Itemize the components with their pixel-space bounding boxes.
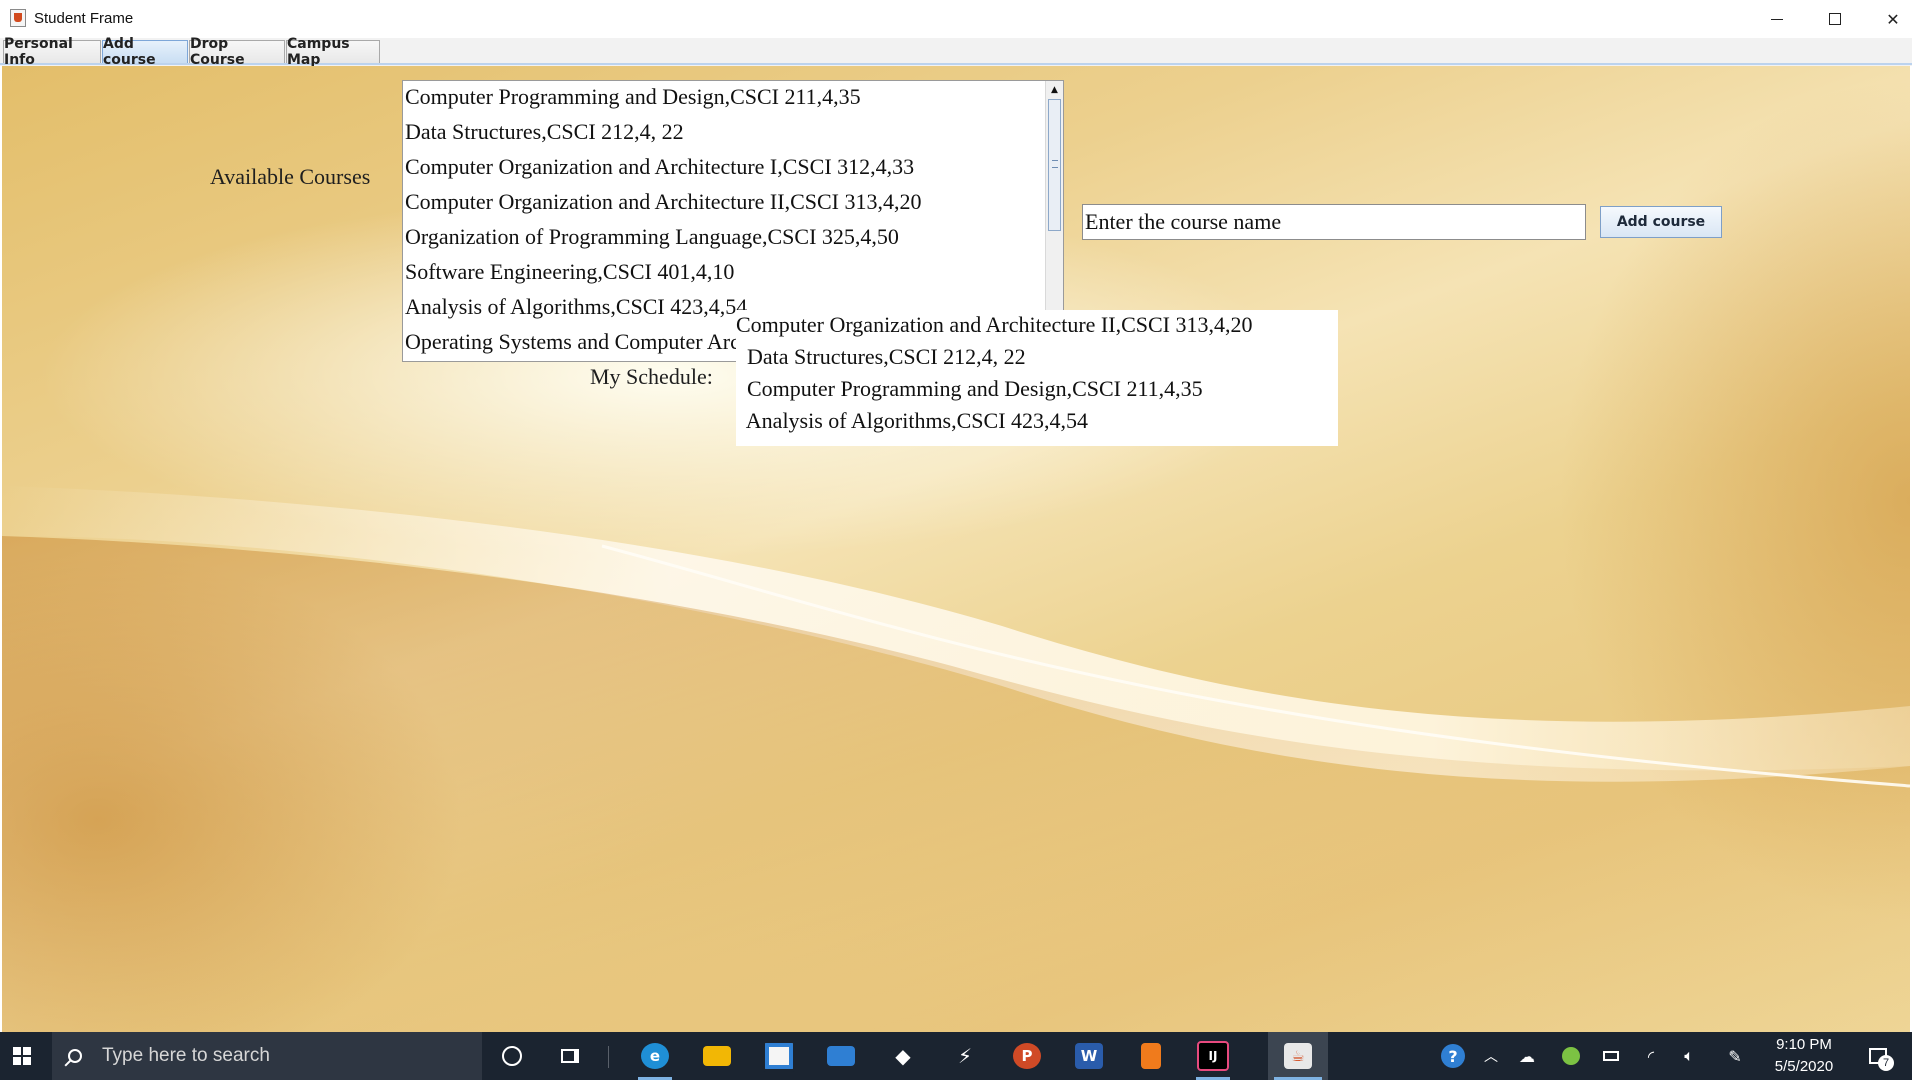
powerpoint-icon: P — [1013, 1043, 1041, 1069]
taskbar-app-edge[interactable]: e — [634, 1032, 676, 1080]
schedule-item: Computer Programming and Design,CSCI 211… — [736, 376, 1203, 401]
close-icon: ✕ — [1886, 9, 1900, 29]
green-app-icon[interactable] — [1556, 1032, 1586, 1080]
chevron-up-icon[interactable]: ︿ — [1476, 1032, 1506, 1080]
clock-time[interactable]: 9:10 PM — [1762, 1036, 1846, 1053]
add-course-panel: Available Courses Computer Programming a… — [2, 66, 1910, 1032]
search-icon — [68, 1049, 82, 1063]
taskbar-app-terminal[interactable]: ⚡ — [944, 1032, 986, 1080]
list-item[interactable]: Computer Organization and Architecture I… — [403, 151, 1063, 186]
java-icon: ☕ — [1284, 1043, 1312, 1069]
task-view-icon — [561, 1049, 579, 1063]
title-bar: Student Frame ✕ — [0, 0, 1912, 39]
mail-icon — [827, 1046, 855, 1066]
taskbar-app-dropbox[interactable]: ◆ — [882, 1032, 924, 1080]
taskbar-separator — [608, 1046, 609, 1068]
schedule-item: Data Structures,CSCI 212,4, 22 — [736, 344, 1026, 369]
close-button[interactable]: ✕ — [1864, 0, 1912, 38]
taskbar-app-sublime[interactable] — [1130, 1032, 1172, 1080]
list-item[interactable]: Software Engineering,CSCI 401,4,10 — [403, 256, 1063, 291]
my-schedule-label: My Schedule: — [590, 364, 713, 389]
taskbar-app-intellij[interactable]: IJ — [1192, 1032, 1234, 1080]
start-button[interactable] — [0, 1032, 44, 1080]
available-courses-label: Available Courses — [210, 164, 371, 189]
grip-icon — [1052, 160, 1058, 168]
list-item[interactable]: Organization of Programming Language,CSC… — [403, 221, 1063, 256]
word-icon: W — [1075, 1043, 1103, 1069]
store-icon — [762, 1040, 796, 1072]
schedule-item: Computer Organization and Architecture I… — [736, 312, 1253, 337]
file-explorer-icon — [703, 1046, 731, 1066]
scroll-up-arrow-icon[interactable]: ▲ — [1046, 81, 1063, 98]
notification-count: 7 — [1878, 1055, 1894, 1071]
add-course-button[interactable]: Add course — [1600, 206, 1722, 238]
cortana-button[interactable] — [494, 1032, 530, 1080]
scroll-thumb[interactable] — [1048, 99, 1061, 231]
java-app-icon — [10, 9, 26, 27]
taskbar-app-word[interactable]: W — [1068, 1032, 1110, 1080]
volume-icon[interactable]: 🔈︎ — [1674, 1032, 1704, 1080]
search-placeholder: Type here to search — [102, 1045, 270, 1066]
terminal-icon: ⚡ — [957, 1044, 973, 1068]
minimize-button[interactable] — [1748, 0, 1806, 38]
list-item[interactable]: Computer Organization and Architecture I… — [403, 186, 1063, 221]
minimize-icon — [1771, 18, 1783, 20]
list-item[interactable]: Computer Programming and Design,CSCI 211… — [403, 81, 1063, 116]
notification-icon[interactable]: 7 — [1858, 1032, 1898, 1080]
intellij-icon: IJ — [1197, 1041, 1229, 1071]
help-icon[interactable]: ? — [1436, 1032, 1470, 1080]
taskbar-app-store[interactable] — [758, 1032, 800, 1080]
pen-icon[interactable]: ✎ — [1720, 1032, 1750, 1080]
taskbar-app-powerpoint[interactable]: P — [1006, 1032, 1048, 1080]
dropbox-icon: ◆ — [895, 1044, 911, 1068]
task-view-button[interactable] — [552, 1032, 588, 1080]
maximize-icon — [1829, 13, 1841, 25]
tab-personal-info[interactable]: Personal Info — [3, 36, 101, 68]
taskbar: Type here to search e ◆ ⚡ P W IJ ☕ ? ︿ ☁ — [0, 1032, 1912, 1080]
taskbar-search[interactable]: Type here to search — [52, 1032, 482, 1080]
tab-add-course[interactable]: Add course — [102, 36, 188, 68]
course-name-input[interactable] — [1082, 204, 1586, 240]
tab-campus-map[interactable]: Campus Map — [286, 36, 380, 68]
list-item[interactable]: Data Structures,CSCI 212,4, 22 — [403, 116, 1063, 151]
taskbar-app-mail[interactable] — [820, 1032, 862, 1080]
schedule-text-area[interactable]: Computer Organization and Architecture I… — [736, 310, 1338, 446]
cortana-icon — [502, 1046, 522, 1066]
taskbar-app-file-explorer[interactable] — [696, 1032, 738, 1080]
maximize-button[interactable] — [1806, 0, 1864, 38]
edge-icon: e — [641, 1043, 669, 1069]
clock-date[interactable]: 5/5/2020 — [1762, 1058, 1846, 1075]
tab-drop-course[interactable]: Drop Course — [189, 36, 285, 68]
taskbar-app-java[interactable]: ☕ — [1268, 1032, 1328, 1080]
cloud-icon[interactable]: ☁ — [1512, 1032, 1542, 1080]
schedule-item: Analysis of Algorithms,CSCI 423,4,54 — [736, 408, 1089, 433]
sublime-icon — [1141, 1043, 1161, 1069]
windows-icon — [13, 1047, 31, 1065]
window-title: Student Frame — [34, 10, 134, 27]
wifi-icon[interactable]: ◜ — [1636, 1032, 1666, 1080]
battery-icon[interactable] — [1596, 1032, 1626, 1080]
